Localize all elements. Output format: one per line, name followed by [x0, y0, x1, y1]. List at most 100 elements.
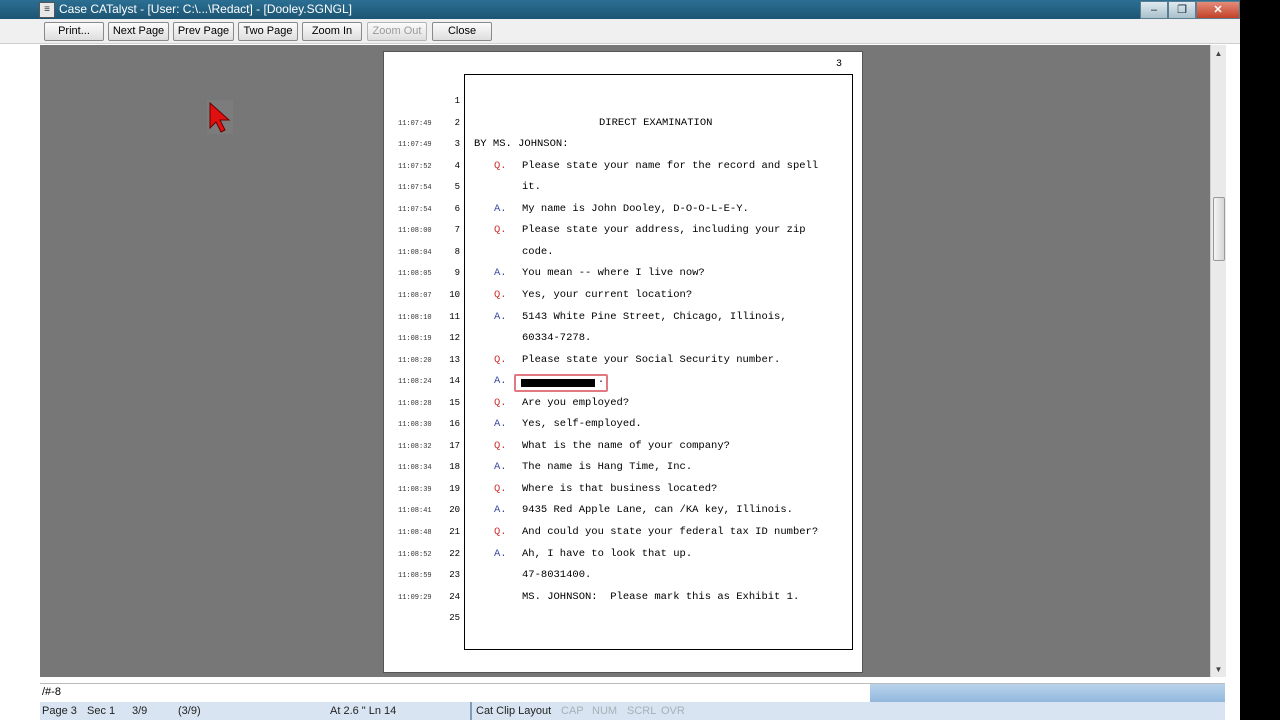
transcript-line: 11:08:32 17 Q. What is the name of your com… — [384, 439, 862, 457]
answer-marker: A. — [494, 375, 507, 388]
question-marker: Q. — [494, 526, 507, 538]
transcript-line: 11:08:24 14 A.. — [384, 374, 862, 393]
timestamp: 11:08:20 — [398, 356, 432, 365]
transcript-line: 11:08:07 10 Q. Yes, your current location? — [384, 288, 862, 306]
two-page-button[interactable]: Two Page — [238, 22, 298, 41]
timestamp: 11:07:49 — [398, 119, 432, 128]
application-window: ≡ Case CATalyst - [User: C:\...\Redact] … — [0, 0, 1240, 720]
testimony-text: You mean -- where I live now? — [522, 267, 705, 280]
timestamp: 11:08:05 — [398, 270, 432, 279]
answer-marker: A. — [494, 504, 507, 517]
status-num: NUM — [592, 705, 618, 717]
redaction-punctuation: . — [598, 375, 605, 387]
line-number: 6 — [454, 203, 460, 214]
timestamp: 11:07:54 — [398, 184, 432, 193]
testimony-text: Please state your name for the record an… — [522, 159, 819, 172]
close-window-button[interactable]: ✕ — [1196, 1, 1240, 19]
line-number: 8 — [454, 246, 460, 257]
transcript-line: 11:08:00 7 Q. Please state your address, in… — [384, 223, 862, 241]
minimize-button[interactable]: – — [1140, 1, 1168, 19]
section-heading: DIRECT EXAMINATION — [599, 116, 713, 129]
testimony-text: Please state your address, including you… — [522, 224, 806, 237]
window-title: Case CATalyst - [User: C:\...\Redact] - … — [59, 2, 352, 16]
timestamp: 11:08:48 — [398, 529, 432, 537]
line-number: 4 — [454, 160, 460, 171]
status-divider — [470, 702, 472, 720]
transcript-icon[interactable]: ≡ — [39, 2, 55, 18]
line-number: 13 — [449, 354, 460, 365]
scroll-up-arrow-icon[interactable]: ▲ — [1211, 47, 1226, 61]
close-preview-button[interactable]: Close — [432, 22, 492, 41]
status-layout: Cat Clip Layout — [476, 705, 552, 717]
line-number: 19 — [449, 483, 460, 494]
scrollbar-thumb[interactable] — [1213, 197, 1225, 261]
preview-toolbar: Print... Next Page Prev Page Two Page Zo… — [0, 19, 1240, 44]
status-section: Sec 1 — [87, 705, 116, 717]
testimony-text: MS. JOHNSON: Please mark this as Exhibit… — [522, 590, 800, 603]
transcript-line: 11:08:30 16 A. Yes, self-employed. — [384, 417, 862, 435]
transcript-line: 11:08:05 9 A. You mean -- where I live now? — [384, 266, 862, 284]
testimony-text: BY MS. JOHNSON: — [474, 138, 569, 151]
transcript-line: 11:07:54 5 it. — [384, 180, 862, 198]
testimony-text: 9435 Red Apple Lane, can /KA key, Illino… — [522, 504, 793, 517]
timestamp: 11:08:39 — [398, 485, 432, 494]
line-number: 22 — [449, 548, 460, 559]
question-marker: Q. — [494, 353, 507, 366]
answer-marker: A. — [494, 461, 507, 474]
question-marker: Q. — [494, 288, 507, 301]
zoom-in-button[interactable]: Zoom In — [302, 22, 362, 41]
transcript-line: 11:07:54 6 A. My name is John Dooley, D-O-O… — [384, 202, 862, 220]
timestamp: 11:08:28 — [398, 399, 432, 408]
transcript-line: 11:08:34 18 A. The name is Hang Time, Inc. — [384, 460, 862, 478]
transcript-line: 11:08:10 11 A. 5143 White Pine Street, Chic… — [384, 310, 862, 328]
timestamp: 11:08:00 — [398, 227, 432, 236]
scroll-down-arrow-icon[interactable]: ▼ — [1211, 663, 1226, 677]
restore-button[interactable]: ❐ — [1168, 1, 1196, 19]
timestamp: 11:08:07 — [398, 291, 432, 300]
window-controls: – ❐ ✕ — [1140, 0, 1240, 19]
line-number: 10 — [449, 289, 460, 300]
transcript-page[interactable]: 3 1 11:07:49 2 DIRECT EXAMINATION 11:07:49 3 B… — [383, 51, 863, 673]
status-bar: Page 3 Sec 1 3/9 (3/9) At 2.6 " Ln 14 Ca… — [40, 702, 1225, 720]
left-margin-strip — [0, 45, 40, 720]
prev-page-button[interactable]: Prev Page — [173, 22, 234, 41]
timestamp: 11:08:04 — [398, 248, 432, 257]
status-page: Page 3 — [42, 705, 77, 717]
line-number: 16 — [449, 419, 460, 430]
testimony-text: it. — [522, 181, 541, 194]
status-cap: CAP — [561, 705, 584, 717]
screen-edge — [1240, 0, 1280, 720]
timestamp: 11:08:32 — [398, 442, 432, 451]
status-ovr: OVR — [661, 705, 685, 717]
testimony-text: What is the name of your company? — [522, 439, 730, 452]
line-number: 2 — [454, 117, 460, 128]
transcript-line: 11:08:41 20 A. 9435 Red Apple Lane, can /KA… — [384, 503, 862, 521]
testimony-text: Where is that business located? — [522, 482, 718, 495]
transcript-line: 11:08:59 23 47-8031400. — [384, 568, 862, 586]
line-number: 23 — [449, 570, 460, 581]
line-number: 20 — [449, 505, 460, 516]
line-number: 11 — [449, 311, 460, 322]
question-marker: Q. — [494, 396, 507, 409]
testimony-text: 5143 White Pine Street, Chicago, Illinoi… — [522, 310, 787, 323]
vertical-scrollbar[interactable]: ▲ ▼ — [1210, 45, 1226, 677]
title-bar[interactable]: ≡ Case CATalyst - [User: C:\...\Redact] … — [0, 0, 1240, 19]
testimony-text: Yes, self-employed. — [522, 418, 642, 431]
answer-marker: A. — [494, 310, 507, 323]
transcript-line: 1 — [384, 94, 862, 112]
line-number: 24 — [449, 591, 460, 602]
question-marker: Q. — [494, 159, 507, 172]
transcript-line: 11:08:20 13 Q. Please state your Social Sec… — [384, 353, 862, 371]
command-bar-panel — [870, 684, 1225, 702]
timestamp: 11:08:59 — [398, 572, 432, 581]
next-page-button[interactable]: Next Page — [108, 22, 169, 41]
timestamp: 11:08:41 — [398, 507, 432, 516]
timestamp: 11:08:10 — [398, 313, 432, 322]
command-bar[interactable]: /#-8 — [40, 683, 1225, 702]
redaction-box[interactable]: . — [514, 374, 608, 393]
testimony-text: Please state your Social Security number… — [522, 353, 781, 366]
timestamp: 11:07:52 — [398, 162, 432, 171]
testimony-text: And could you state your federal tax ID … — [522, 526, 819, 538]
print-button[interactable]: Print... — [44, 22, 104, 41]
line-number: 14 — [449, 376, 460, 387]
